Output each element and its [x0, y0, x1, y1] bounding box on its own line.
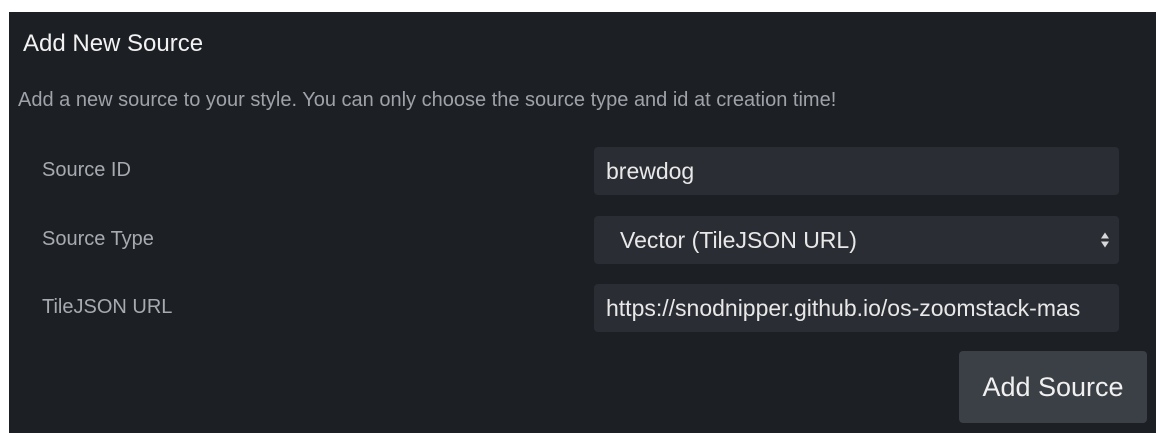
- source-type-value: Vector (TileJSON URL): [620, 226, 857, 253]
- up-down-arrows-icon: [1101, 232, 1109, 248]
- add-source-button[interactable]: Add Source: [959, 351, 1147, 423]
- source-type-label: Source Type: [42, 228, 154, 250]
- source-id-input[interactable]: [606, 157, 1107, 185]
- tilejson-url-label: TileJSON URL: [42, 296, 173, 318]
- source-type-select[interactable]: Vector (TileJSON URL): [594, 216, 1119, 264]
- tilejson-url-input[interactable]: [606, 294, 1107, 322]
- source-id-field[interactable]: [594, 147, 1119, 195]
- dialog-title: Add New Source: [23, 30, 204, 57]
- add-source-dialog: Add New Source Add a new source to your …: [9, 12, 1156, 433]
- tilejson-url-field[interactable]: [594, 284, 1119, 332]
- dialog-description: Add a new source to your style. You can …: [18, 89, 837, 111]
- source-id-label: Source ID: [42, 159, 131, 181]
